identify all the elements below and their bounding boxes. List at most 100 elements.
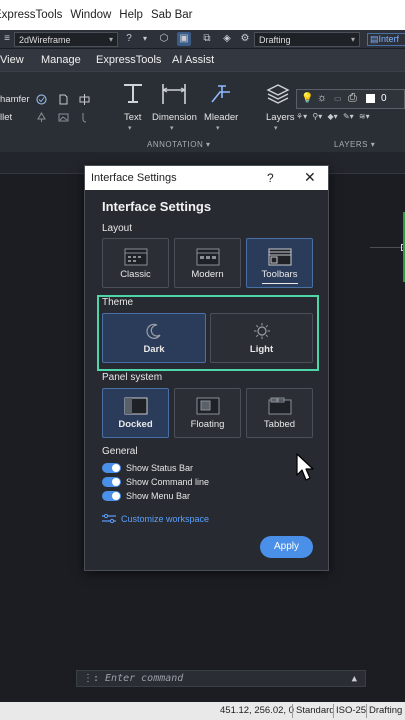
- workspace-value: Drafting: [259, 34, 291, 45]
- chevron-down-icon: ▾: [350, 35, 355, 44]
- layers-section-label: LAYERS ▾: [334, 140, 376, 149]
- layer-value: 0: [381, 93, 387, 104]
- theme-light-option[interactable]: Light: [210, 313, 313, 363]
- copy-view-icon[interactable]: ⧉: [200, 32, 214, 46]
- color-swatch-icon: [366, 94, 375, 103]
- layout-classic-option[interactable]: Classic: [102, 238, 169, 288]
- help-circle-icon[interactable]: ?: [122, 32, 136, 46]
- panel-tabbed-option[interactable]: Tabbed: [246, 388, 313, 438]
- theme-dark-label: Dark: [143, 344, 165, 355]
- printer-icon: ⎙: [348, 92, 357, 104]
- caret-up-icon[interactable]: ▲: [352, 674, 357, 684]
- status-dim-standard[interactable]: ISO-25: [336, 705, 366, 716]
- layer-tool-3-icon[interactable]: ◆▾: [328, 112, 338, 121]
- show-command-line-row[interactable]: Show Command line: [102, 476, 209, 488]
- dimension-button-label[interactable]: Dimension: [152, 112, 197, 123]
- split-icon[interactable]: [79, 94, 90, 105]
- quick-access-toolbar: ≡ 2dWireframe ▾ ? ▾ ⬡ ▣ ⧉ ◈ ⚙ Drafting ▾…: [0, 30, 405, 49]
- annotation-section-label: ANNOTATION ▾: [147, 140, 211, 149]
- apply-button[interactable]: Apply: [260, 536, 313, 558]
- panel-docked-label: Docked: [118, 419, 153, 430]
- dialog-titlebar[interactable]: Interface Settings ? ✕: [85, 166, 328, 190]
- page-icon[interactable]: [58, 94, 69, 105]
- help-button[interactable]: ?: [267, 171, 274, 185]
- image-frame-icon[interactable]: [58, 112, 69, 123]
- customize-workspace-label: Customize workspace: [121, 514, 210, 524]
- panel-floating-option[interactable]: Floating: [174, 388, 241, 438]
- show-command-line-toggle[interactable]: [102, 477, 121, 487]
- panel-tabbed-label: Tabbed: [263, 419, 296, 430]
- layout-toolbars-option[interactable]: Toolbars: [246, 238, 313, 288]
- circle-check-icon[interactable]: [36, 94, 47, 105]
- dialog-window-title: Interface Settings: [91, 172, 177, 184]
- interface-settings-dialog: Interface Settings ? ✕ Interface Setting…: [84, 165, 329, 571]
- status-workspace[interactable]: Drafting: [369, 705, 402, 716]
- text-icon[interactable]: [121, 82, 145, 106]
- mleader-button-label[interactable]: Mleader: [204, 112, 238, 123]
- layers-small-icon[interactable]: ≡: [0, 32, 14, 46]
- command-line[interactable]: ⋮: Enter command ▲: [76, 670, 366, 687]
- panel-floating-label: Floating: [190, 419, 225, 430]
- workspace-dropdown[interactable]: Drafting ▾: [254, 32, 360, 47]
- tab-ai-assist[interactable]: AI Assist: [172, 54, 214, 66]
- moon-icon: [146, 323, 161, 339]
- menu-window[interactable]: Window: [70, 9, 111, 21]
- tab-view[interactable]: View: [0, 54, 24, 66]
- box-view-icon[interactable]: ▣: [177, 32, 191, 46]
- customize-workspace-link[interactable]: Customize workspace: [102, 514, 209, 524]
- visual-style-dropdown[interactable]: 2dWireframe ▾: [14, 32, 118, 47]
- floating-panel-icon: [196, 397, 219, 415]
- tabbed-panel-icon: [268, 397, 291, 415]
- show-menu-bar-toggle[interactable]: [102, 491, 121, 501]
- coordinates-readout: 451.12, 256.02, 0: [220, 705, 294, 716]
- command-input[interactable]: Enter command: [105, 673, 183, 684]
- dialog-heading: Interface Settings: [102, 199, 212, 214]
- show-menu-bar-row[interactable]: Show Menu Bar: [102, 490, 190, 502]
- show-command-line-label: Show Command line: [126, 477, 210, 487]
- dropdown-arrow-icon[interactable]: ▾: [138, 32, 152, 46]
- layout-toolbars-label: Toolbars: [247, 269, 312, 280]
- hook-icon[interactable]: [79, 112, 90, 123]
- status-annotation-standard[interactable]: Standard: [296, 705, 335, 716]
- menu-expresstools[interactable]: ExpressTools: [0, 9, 62, 21]
- chevron-down-icon: ▾: [170, 125, 174, 132]
- lightbulb-icon: 💡: [301, 93, 314, 104]
- tree-icon[interactable]: [36, 112, 47, 123]
- tab-expresstools[interactable]: ExpressTools: [96, 54, 161, 66]
- layout-section-label: Layout: [102, 223, 133, 234]
- settings-cube-icon[interactable]: ⚙: [238, 32, 252, 46]
- layout-modern-option[interactable]: Modern: [174, 238, 241, 288]
- interface-label: Interf: [378, 34, 400, 44]
- show-status-bar-toggle[interactable]: [102, 463, 121, 473]
- layer-tool-1-icon[interactable]: ⚘▾: [296, 112, 307, 121]
- dimension-icon[interactable]: [160, 82, 188, 106]
- layer-dropdown[interactable]: 💡 ☼ ▭ ⎙ 0: [296, 89, 405, 109]
- tab-manage[interactable]: Manage: [41, 54, 81, 66]
- text-button-label[interactable]: Text: [124, 112, 141, 123]
- layer-tool-4-icon[interactable]: ✎▾: [343, 112, 354, 121]
- interface-button[interactable]: ▤Interf: [367, 33, 405, 46]
- theme-dark-option[interactable]: Dark: [102, 313, 206, 363]
- layers-icon[interactable]: [266, 82, 290, 106]
- show-menu-bar-label: Show Menu Bar: [126, 491, 191, 501]
- chamfer-label[interactable]: hamfer: [0, 94, 30, 105]
- interface-icon: ▤: [370, 34, 379, 44]
- show-status-bar-row[interactable]: Show Status Bar: [102, 462, 193, 474]
- mleader-icon[interactable]: [208, 82, 232, 106]
- menu-sab-bar[interactable]: Sab Bar: [151, 9, 193, 21]
- cube-icon[interactable]: ⬡: [157, 32, 171, 46]
- chevron-down-icon: ▾: [128, 125, 132, 132]
- classic-layout-icon: [124, 248, 147, 266]
- chevron-down-icon: ▾: [274, 125, 278, 132]
- layer-tool-2-icon[interactable]: ⚲▾: [312, 112, 322, 121]
- chevron-down-icon: ▾: [108, 35, 113, 44]
- layer-tool-5-icon[interactable]: ≋▾: [359, 112, 370, 121]
- layers-button-label[interactable]: Layers: [266, 112, 295, 123]
- layer-tools-row: ⚘▾ ⚲▾ ◆▾ ✎▾ ≋▾: [296, 112, 405, 126]
- stack-icon[interactable]: ◈: [220, 32, 234, 46]
- menu-help[interactable]: Help: [119, 9, 143, 21]
- close-button[interactable]: ✕: [304, 169, 316, 186]
- status-divider: [292, 704, 293, 718]
- panel-docked-option[interactable]: Docked: [102, 388, 169, 438]
- fillet-label[interactable]: llet: [0, 112, 12, 123]
